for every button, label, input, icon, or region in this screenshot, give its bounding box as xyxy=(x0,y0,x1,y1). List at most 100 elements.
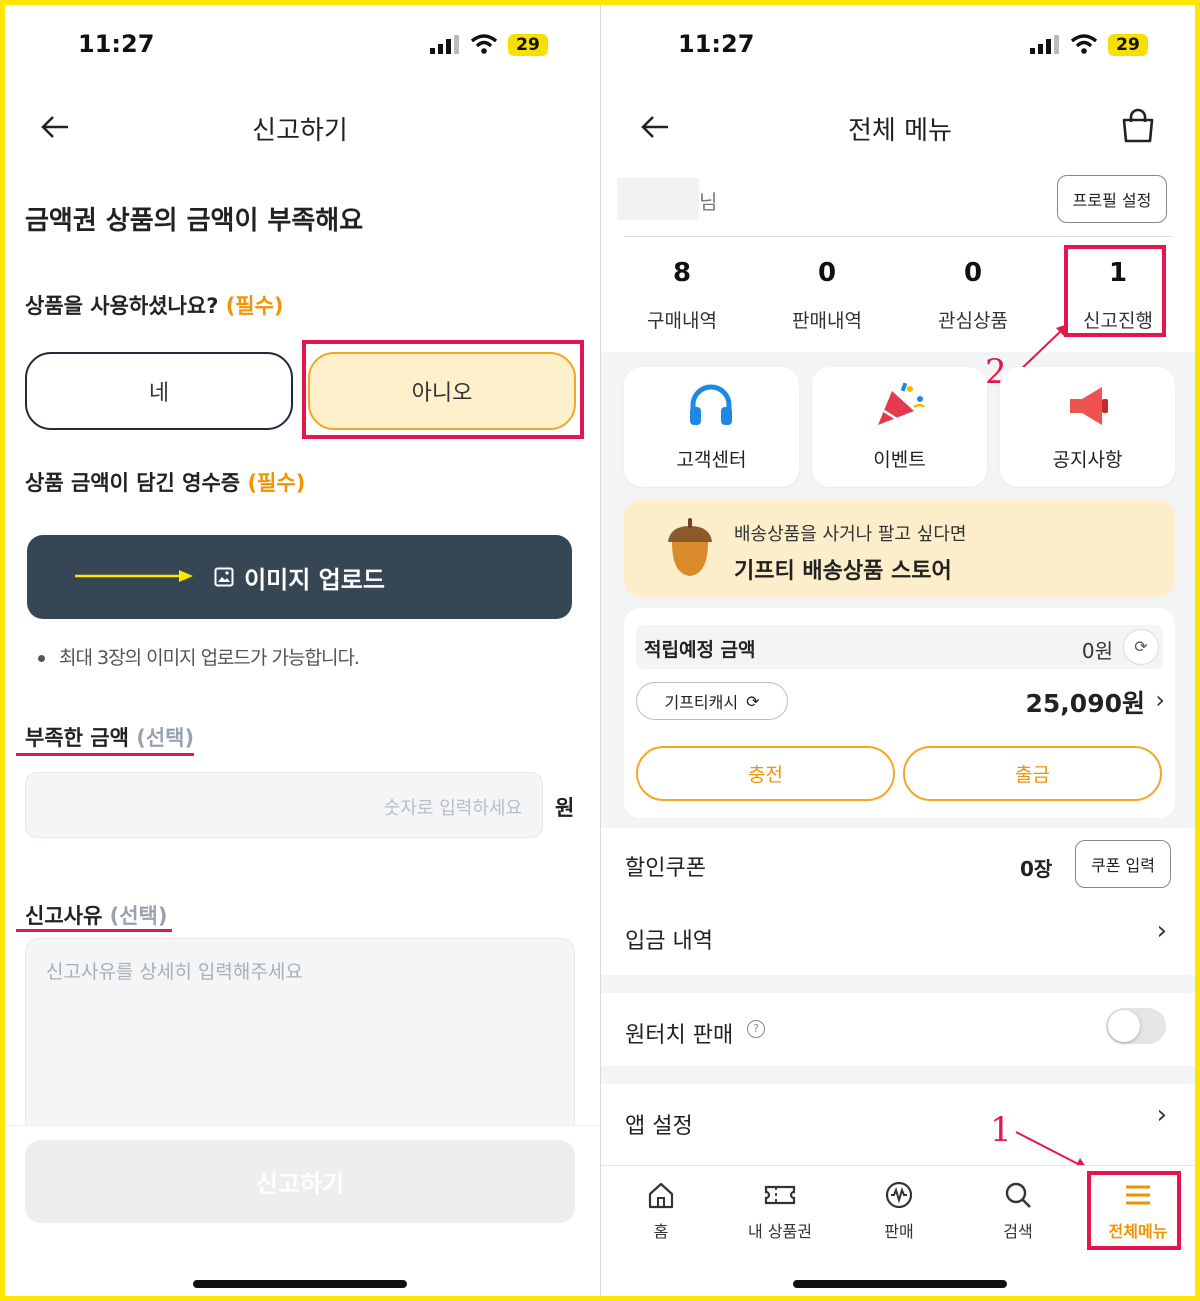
tile-event[interactable]: 이벤트 xyxy=(812,367,987,487)
tab-search[interactable]: 검색 xyxy=(958,1180,1078,1242)
back-arrow-icon[interactable] xyxy=(640,112,670,142)
battery-indicator: 29 xyxy=(508,34,548,56)
toggle-knob xyxy=(1108,1010,1140,1042)
menu-app-settings: 앱 설정 xyxy=(625,1114,693,1139)
ticket-icon xyxy=(764,1185,796,1205)
tab-label: 검색 xyxy=(1003,1222,1033,1241)
delivery-store-banner[interactable]: 배송상품을 사거나 팔고 싶다면 기프티 배송상품 스토어 xyxy=(624,500,1175,597)
image-icon xyxy=(214,567,234,587)
withdraw-button[interactable]: 출금 xyxy=(903,746,1162,801)
highlight-box-reports xyxy=(1064,245,1166,337)
wallet-card: 적립예정 금액 0원 ⟳ 기프티캐시 ⟳ 25,090원 › 충전 출금 xyxy=(624,608,1175,818)
chevron-right-icon[interactable]: › xyxy=(1155,686,1165,714)
question-reason-text: 신고사유 xyxy=(25,904,103,928)
gifti-cash-label: 기프티캐시 xyxy=(664,693,739,712)
menu-settings-row[interactable]: 앱 설정 › xyxy=(601,1084,1195,1165)
battery-indicator: 29 xyxy=(1108,34,1148,56)
sell-icon xyxy=(885,1181,913,1209)
menu-deposit-history[interactable]: 입금 내역 xyxy=(625,923,713,955)
question-amount: 부족한 금액 (선택) xyxy=(25,722,194,752)
gifti-cash-value[interactable]: 25,090원 xyxy=(1026,684,1145,720)
signal-icon xyxy=(430,35,459,54)
charge-button[interactable]: 충전 xyxy=(636,746,895,801)
question-amount-text: 부족한 금액 xyxy=(25,726,129,750)
wifi-icon xyxy=(470,34,498,54)
search-icon xyxy=(1005,1182,1031,1208)
party-popper-icon xyxy=(878,382,925,425)
page-title: 전체 메뉴 xyxy=(848,116,952,146)
refresh-icon: ⟳ xyxy=(746,691,760,711)
section-separator xyxy=(601,1066,1195,1084)
report-heading: 금액권 상품의 금액이 부족해요 xyxy=(25,206,364,236)
refresh-icon[interactable]: ⟳ xyxy=(1123,629,1159,665)
coupon-count: 0장 xyxy=(1020,857,1053,881)
stat-number: 0 xyxy=(817,258,837,288)
reason-textarea[interactable]: 신고사유를 상세히 입력해주세요 xyxy=(25,938,575,1138)
help-icon[interactable]: ? xyxy=(747,1020,765,1038)
chevron-right-icon[interactable]: › xyxy=(1157,916,1167,946)
amount-unit: 원 xyxy=(555,796,575,820)
home-indicator xyxy=(793,1280,1007,1288)
yellow-arrow-annotation xyxy=(75,570,193,582)
tile-label: 공지사항 xyxy=(1052,449,1123,471)
back-arrow-icon[interactable] xyxy=(40,112,70,142)
home-indicator xyxy=(193,1280,407,1288)
stat-number: 0 xyxy=(963,258,983,288)
optional-tag: (선택) xyxy=(109,904,168,928)
profile-name-blurred xyxy=(617,178,699,220)
home-icon xyxy=(648,1182,674,1209)
option-yes-button[interactable]: 네 xyxy=(25,352,293,430)
menu-coupon[interactable]: 할인쿠폰 xyxy=(625,850,706,882)
submit-report-button[interactable]: 신고하기 xyxy=(25,1140,575,1223)
tile-label: 이벤트 xyxy=(873,449,926,471)
tab-label: 내 상품권 xyxy=(748,1222,812,1241)
stats-divider xyxy=(624,236,1172,237)
headphones-icon xyxy=(690,384,732,425)
question-receipt-text: 상품 금액이 담긴 영수증 xyxy=(25,471,241,495)
optional-tag: (선택) xyxy=(136,726,195,750)
highlight-box-full-menu xyxy=(1087,1171,1181,1250)
section-separator xyxy=(601,975,1195,993)
tab-my-vouchers[interactable]: 내 상품권 xyxy=(720,1180,840,1242)
required-tag: (필수) xyxy=(247,471,306,495)
shopping-bag-icon[interactable] xyxy=(1120,108,1156,144)
amount-input[interactable]: 숫자로 입력하세요 xyxy=(25,772,543,838)
tile-customer-center[interactable]: 고객센터 xyxy=(624,367,799,487)
tab-home[interactable]: 홈 xyxy=(601,1180,721,1242)
gifti-cash-pill[interactable]: 기프티캐시 ⟳ xyxy=(636,682,788,720)
question-receipt: 상품 금액이 담긴 영수증 (필수) xyxy=(25,467,305,497)
chevron-right-icon: › xyxy=(1156,1100,1167,1130)
profile-suffix: 님 xyxy=(699,190,718,214)
banner-title: 기프티 배송상품 스토어 xyxy=(734,559,952,584)
required-tag: (필수) xyxy=(225,294,284,318)
pending-amount-value: 0원 xyxy=(1081,639,1113,663)
onetouch-toggle[interactable] xyxy=(1106,1008,1166,1044)
tab-sell[interactable]: 판매 xyxy=(839,1180,959,1242)
status-time: 11:27 xyxy=(678,30,755,58)
status-time: 11:27 xyxy=(78,30,155,58)
question-used-text: 상품을 사용하셨나요? xyxy=(25,294,219,318)
signal-icon xyxy=(1030,35,1059,54)
stat-number: 8 xyxy=(672,258,692,288)
pending-amount-label: 적립예정 금액 xyxy=(644,639,756,661)
menu-onetouch-sell: 원터치 판매 xyxy=(625,1023,734,1048)
acorn-icon xyxy=(668,518,712,576)
image-upload-label: 이미지 업로드 xyxy=(244,565,385,594)
tile-notice[interactable]: 공지사항 xyxy=(1000,367,1175,487)
red-underline-reason xyxy=(16,929,172,932)
coupon-input-button[interactable]: 쿠폰 입력 xyxy=(1075,840,1171,888)
pending-amount-row: 적립예정 금액 0원 ⟳ xyxy=(636,625,1163,669)
stat-label: 구매내역 xyxy=(647,310,717,332)
tile-label: 고객센터 xyxy=(676,449,747,471)
red-underline-amount xyxy=(16,753,194,756)
question-reason: 신고사유 (선택) xyxy=(25,900,167,930)
question-used: 상품을 사용하셨나요? (필수) xyxy=(25,290,284,320)
profile-settings-button[interactable]: 프로필 설정 xyxy=(1057,175,1167,223)
annotation-number-1: 1 xyxy=(990,1110,1012,1150)
bullet-dot xyxy=(38,655,45,662)
upload-note-text: 최대 3장의 이미지 업로드가 가능합니다. xyxy=(59,647,360,669)
banner-subtitle: 배송상품을 사거나 팔고 싶다면 xyxy=(734,524,967,545)
megaphone-icon xyxy=(1070,387,1108,425)
page-title: 신고하기 xyxy=(252,116,348,146)
tab-label: 홈 xyxy=(653,1222,669,1241)
